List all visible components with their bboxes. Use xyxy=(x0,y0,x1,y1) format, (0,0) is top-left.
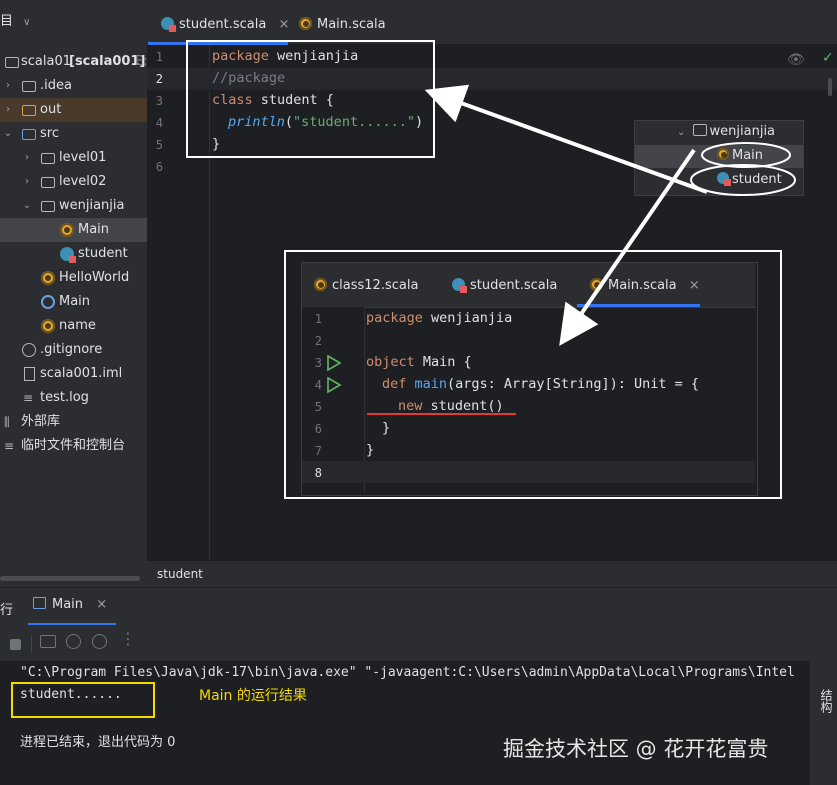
console-exit-line: 进程已结束，退出代码为 0 xyxy=(20,735,176,750)
close-icon[interactable]: × xyxy=(96,597,107,612)
restore-icon[interactable] xyxy=(66,634,81,649)
run-tool-header: 行 Main × xyxy=(0,587,837,626)
stop-icon[interactable] xyxy=(10,639,21,650)
run-tab-main[interactable]: Main × xyxy=(33,597,107,612)
annotation-arrows xyxy=(424,84,708,346)
run-tool-label: 行 xyxy=(0,603,14,618)
console-icon xyxy=(33,597,46,609)
console-output[interactable]: "C:\Program Files\Java\jdk-17\bin\java.e… xyxy=(0,661,810,785)
console-command-line: "C:\Program Files\Java\jdk-17\bin\java.e… xyxy=(20,665,795,680)
annotation-run-result: Main 的运行结果 xyxy=(199,688,307,704)
annotation-box-output xyxy=(11,682,155,718)
structure-tool-label[interactable]: 结构 xyxy=(818,689,835,713)
run-toolbar: ⋮ xyxy=(0,625,837,661)
tab-label: Main xyxy=(52,597,84,612)
more-icon[interactable]: ⋮ xyxy=(120,629,136,648)
dump-threads-icon[interactable] xyxy=(92,634,107,649)
camera-icon[interactable] xyxy=(40,635,56,648)
toolbar-divider xyxy=(31,635,32,653)
watermark: 掘金技术社区 @ 花开花富贵 xyxy=(503,737,769,761)
right-tool-strip: 结构 xyxy=(810,661,837,785)
arrow-to-main-code xyxy=(559,148,696,346)
arrow-to-student-code xyxy=(424,84,708,194)
